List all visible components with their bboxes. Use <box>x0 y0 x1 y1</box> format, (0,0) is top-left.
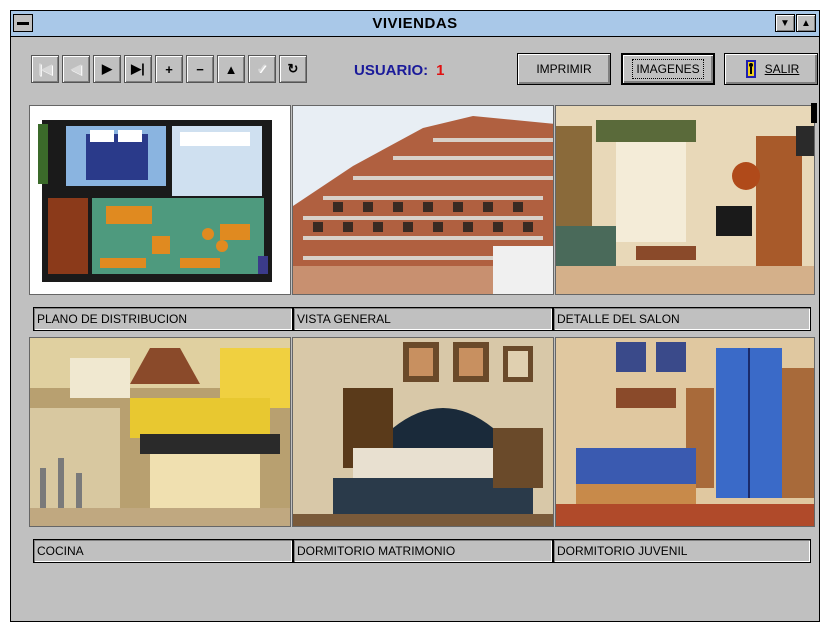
maximize-icon: ▲ <box>801 17 811 29</box>
images-button-label: IMAGENES <box>632 59 704 79</box>
print-button-label: IMPRIMIR <box>536 62 592 76</box>
next-record-icon: ▶ <box>102 61 112 76</box>
caption-kitchen: COCINA <box>33 539 293 563</box>
user-indicator: USUARIO: 1 <box>354 62 445 79</box>
previous-record-button[interactable]: ◀ <box>62 55 90 83</box>
add-record-icon: + <box>165 61 173 77</box>
edit-record-icon: ▲ <box>224 61 238 77</box>
caption-floor-plan: PLANO DE DISTRIBUCION <box>33 307 293 331</box>
save-record-icon: ✓ <box>256 61 268 76</box>
first-record-button[interactable]: |◀ <box>31 55 59 83</box>
delete-record-button[interactable]: − <box>186 55 214 83</box>
last-record-button[interactable]: ▶| <box>124 55 152 83</box>
caption-living-room: DETALLE DEL SALON <box>553 307 811 331</box>
minimize-button[interactable]: ▼ <box>775 14 795 32</box>
maximize-button[interactable]: ▲ <box>796 14 816 32</box>
first-record-icon: |◀ <box>38 61 52 76</box>
previous-record-icon: ◀ <box>71 61 81 76</box>
images-button[interactable]: IMAGENES <box>621 53 715 85</box>
exit-door-icon <box>745 60 756 78</box>
last-record-icon: ▶| <box>131 61 145 76</box>
user-label: USUARIO: <box>354 62 429 79</box>
next-record-button[interactable]: ▶ <box>93 55 121 83</box>
exit-button-label: SALIR <box>764 62 800 76</box>
building-photo[interactable] <box>292 105 554 295</box>
refresh-button[interactable]: ↻ <box>279 55 307 83</box>
add-record-button[interactable]: + <box>155 55 183 83</box>
window-title: VIVIENDAS <box>372 15 458 32</box>
scroll-indicator[interactable] <box>811 103 817 123</box>
main-window: VIVIENDAS ▼ ▲ |◀ ◀ ▶ ▶| + − ▲ ✓ ↻ USUARI… <box>10 10 820 622</box>
minimize-icon: ▼ <box>780 17 790 29</box>
title-bar[interactable]: VIVIENDAS ▼ ▲ <box>11 11 819 37</box>
exit-button[interactable]: SALIR <box>724 53 818 85</box>
save-record-button[interactable]: ✓ <box>248 55 276 83</box>
master-bedroom-photo[interactable] <box>292 337 554 527</box>
refresh-icon: ↻ <box>287 61 299 76</box>
user-value: 1 <box>436 62 445 79</box>
edit-record-button[interactable]: ▲ <box>217 55 245 83</box>
caption-youth-bedroom: DORMITORIO JUVENIL <box>553 539 811 563</box>
delete-record-icon: − <box>196 61 204 77</box>
floor-plan-image[interactable] <box>29 105 291 295</box>
youth-bedroom-photo[interactable] <box>555 337 815 527</box>
toolbar: |◀ ◀ ▶ ▶| + − ▲ ✓ ↻ USUARIO: 1 IMPRIMIR I… <box>11 37 819 97</box>
living-room-photo[interactable] <box>555 105 815 295</box>
image-gallery: PLANO DE DISTRIBUCION VISTA GENERAL DETA… <box>15 97 815 617</box>
caption-general-view: VISTA GENERAL <box>293 307 553 331</box>
print-button[interactable]: IMPRIMIR <box>517 53 611 85</box>
kitchen-photo[interactable] <box>29 337 291 527</box>
record-navigation: |◀ ◀ ▶ ▶| + − ▲ ✓ ↻ <box>31 55 310 83</box>
caption-master-bedroom: DORMITORIO MATRIMONIO <box>293 539 553 563</box>
